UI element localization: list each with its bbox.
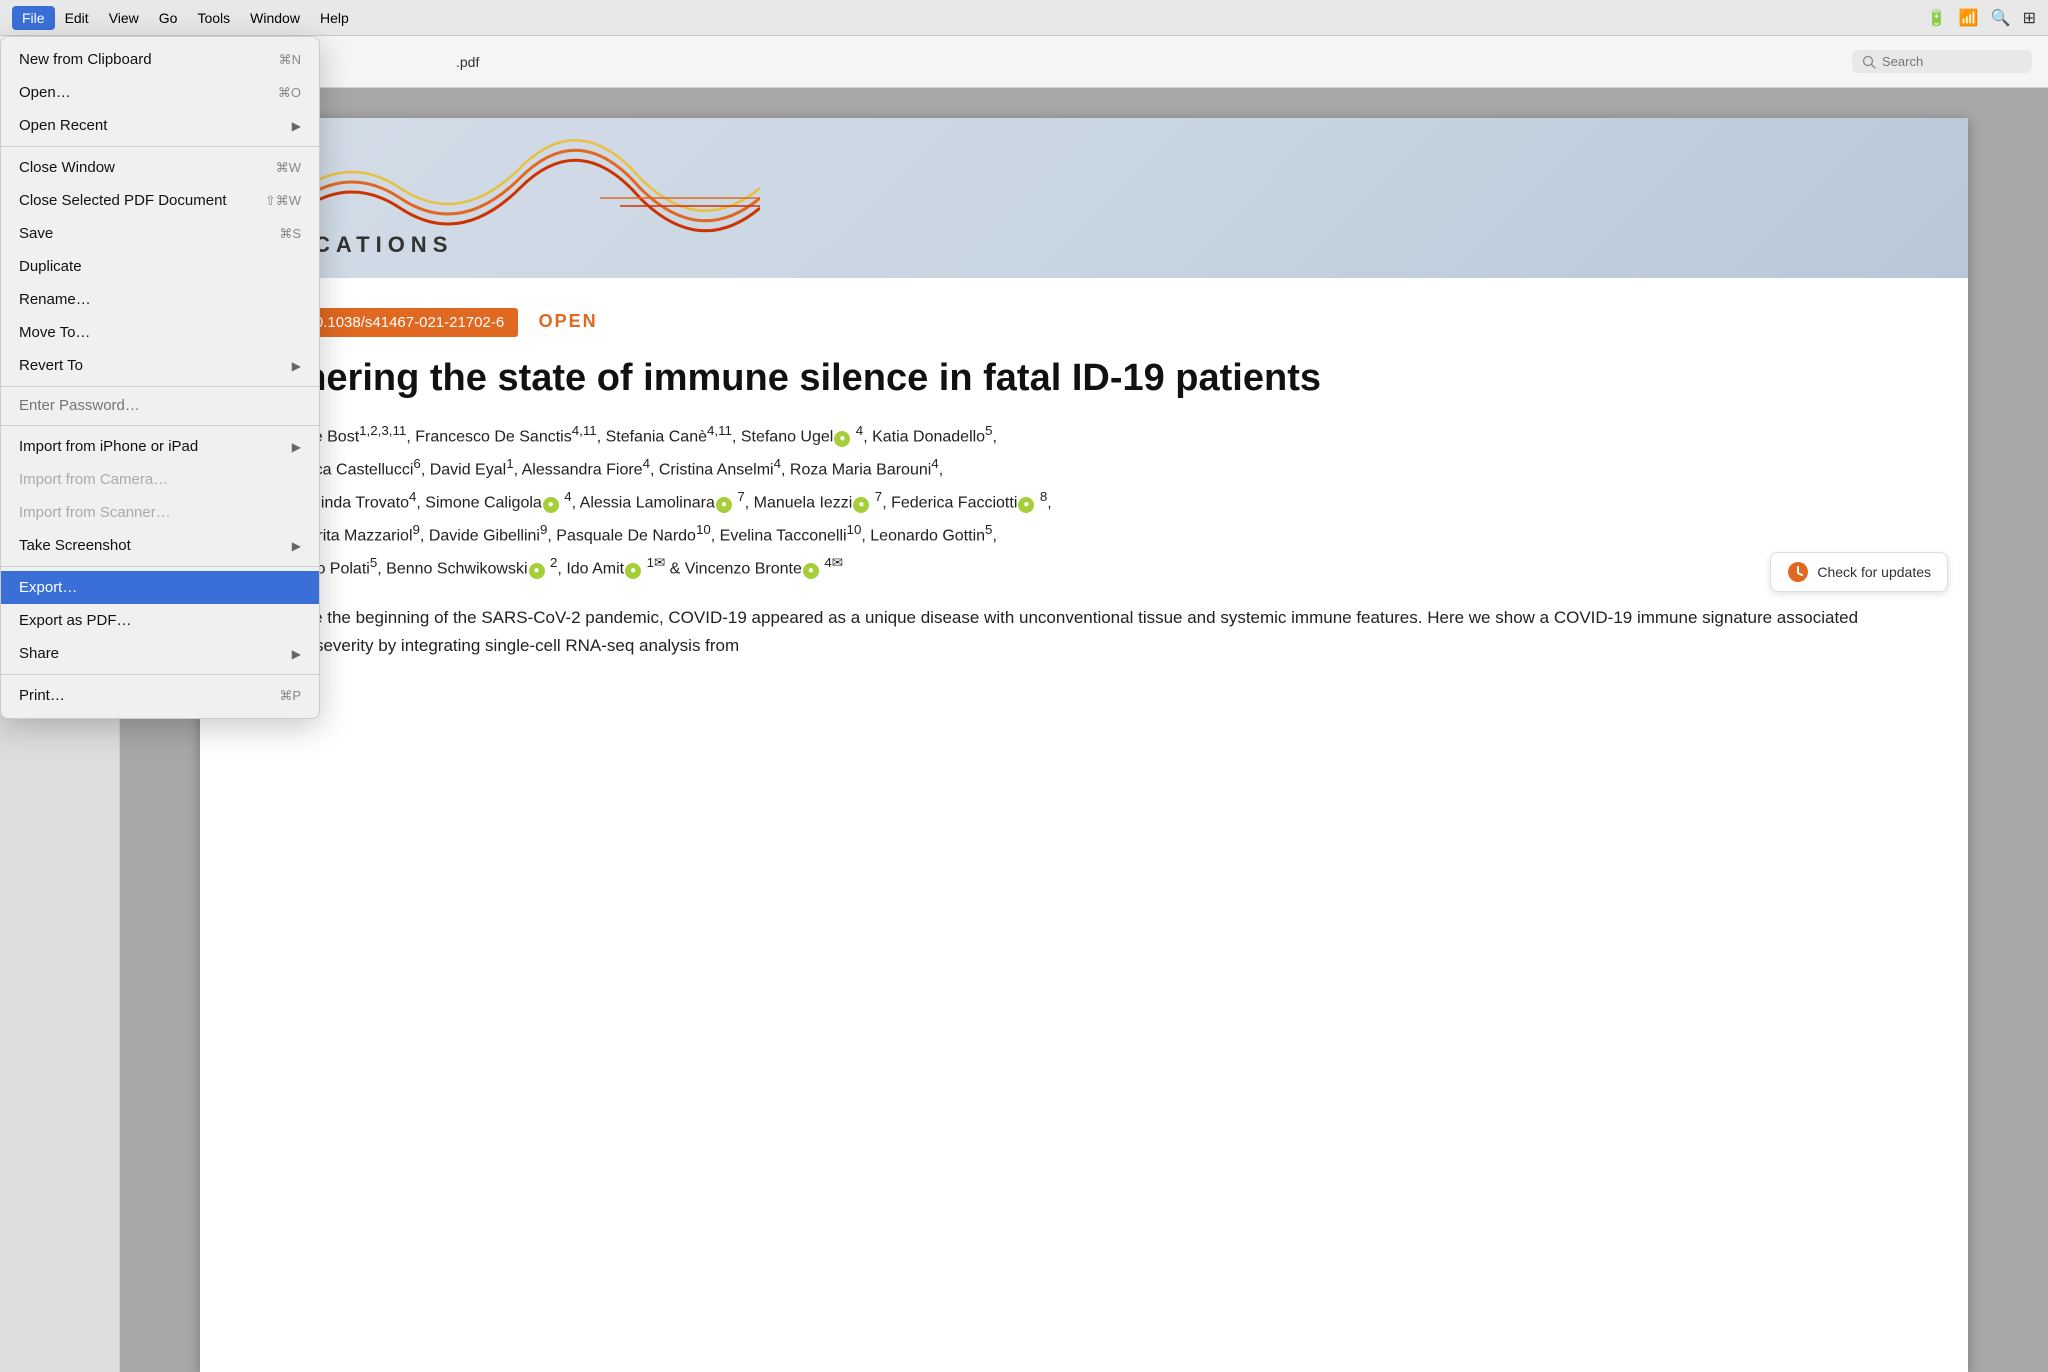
menu-edit[interactable]: Edit	[55, 6, 99, 30]
menu-item-close-pdf[interactable]: Close Selected PDF Document ⇧⌘W	[1, 184, 319, 217]
search-bar-icon	[1862, 55, 1876, 69]
menu-help[interactable]: Help	[310, 6, 359, 30]
arrow-icon: ▶	[292, 359, 301, 373]
menu-item-import-iphone[interactable]: Import from iPhone or iPad ▶	[1, 430, 319, 463]
update-icon	[1787, 561, 1809, 583]
menu-item-import-camera: Import from Camera…	[1, 463, 319, 496]
menu-item-label: Close Selected PDF Document	[19, 192, 227, 209]
menu-item-shortcut: ⇧⌘W	[265, 193, 301, 209]
status-icons: 🔋 📶 🔍 ⊞	[1927, 8, 2036, 28]
menu-item-export-pdf[interactable]: Export as PDF…	[1, 604, 319, 637]
menu-item-label: Open Recent	[19, 117, 107, 134]
check-updates-button[interactable]: Check for updates	[1770, 552, 1948, 592]
separator-1	[1, 146, 319, 147]
orcid-icon-4: ●	[853, 497, 869, 513]
wifi-icon: 📶	[1959, 8, 1979, 28]
menu-item-move-to[interactable]: Move To…	[1, 316, 319, 349]
menu-item-label: Take Screenshot	[19, 537, 131, 554]
menu-item-label: Import from Scanner…	[19, 504, 171, 521]
menu-item-label: Import from iPhone or iPad	[19, 438, 198, 455]
menu-item-new-from-clipboard[interactable]: New from Clipboard ⌘N	[1, 43, 319, 76]
menu-window[interactable]: Window	[240, 6, 310, 30]
menu-item-enter-password[interactable]	[1, 391, 319, 421]
menu-bar: File Edit View Go Tools Window Help 🔋 📶 …	[0, 0, 2048, 36]
arrow-icon: ▶	[292, 539, 301, 553]
open-badge: OPEN	[539, 311, 598, 332]
separator-2	[1, 386, 319, 387]
menu-item-open-recent[interactable]: Open Recent ▶	[1, 109, 319, 142]
menu-item-label: Rename…	[19, 291, 91, 308]
menu-item-shortcut: ⌘S	[279, 226, 301, 242]
menu-item-label: Share	[19, 645, 59, 662]
menu-item-label: Open…	[19, 84, 71, 101]
menu-item-label: Print…	[19, 687, 65, 704]
orcid-icon-5: ●	[1018, 497, 1034, 513]
menu-item-label: Duplicate	[19, 258, 82, 275]
menu-item-close-window[interactable]: Close Window ⌘W	[1, 151, 319, 184]
menu-item-duplicate[interactable]: Duplicate	[1, 250, 319, 283]
search-icon[interactable]: 🔍	[1991, 8, 2011, 28]
abstract: Since the beginning of the SARS-CoV-2 pa…	[280, 604, 1888, 660]
password-input[interactable]	[19, 397, 301, 414]
pdf-page: NICATIONS g/10.1038/s41467-021-21702-6 O…	[200, 118, 1968, 1372]
menu-item-rename[interactable]: Rename…	[1, 283, 319, 316]
menu-item-take-screenshot[interactable]: Take Screenshot ▶	[1, 529, 319, 562]
battery-icon: 🔋	[1927, 8, 1947, 28]
system-icons: 🔋 📶 🔍 ⊞	[1927, 8, 2036, 28]
separator-4	[1, 566, 319, 567]
separator-5	[1, 674, 319, 675]
pdf-area: NICATIONS g/10.1038/s41467-021-21702-6 O…	[120, 88, 2048, 1372]
menu-item-label: Export as PDF…	[19, 612, 132, 629]
menu-item-label: Export…	[19, 579, 77, 596]
authors: Pierre Bost1,2,3,11, Francesco De Sancti…	[280, 419, 1888, 585]
pdf-content: g/10.1038/s41467-021-21702-6 OPEN oherin…	[200, 278, 1968, 690]
menu-go[interactable]: Go	[149, 6, 188, 30]
menu-item-label: New from Clipboard	[19, 51, 152, 68]
menu-item-label: Close Window	[19, 159, 115, 176]
arrow-icon: ▶	[292, 119, 301, 133]
separator-3	[1, 425, 319, 426]
menu-item-print[interactable]: Print… ⌘P	[1, 679, 319, 712]
arrow-icon: ▶	[292, 440, 301, 454]
menu-item-open[interactable]: Open… ⌘O	[1, 76, 319, 109]
arrow-icon: ▶	[292, 647, 301, 661]
menu-item-revert-to[interactable]: Revert To ▶	[1, 349, 319, 382]
menu-item-share[interactable]: Share ▶	[1, 637, 319, 670]
menu-item-import-scanner: Import from Scanner…	[1, 496, 319, 529]
menu-file[interactable]: File	[12, 6, 55, 30]
search-input[interactable]	[1882, 54, 2002, 69]
orcid-icon-6: ●	[529, 563, 545, 579]
orcid-icon: ●	[834, 431, 850, 447]
menu-item-shortcut: ⌘N	[279, 52, 301, 68]
menu-item-label: Move To…	[19, 324, 90, 341]
menu-item-save[interactable]: Save ⌘S	[1, 217, 319, 250]
article-meta: g/10.1038/s41467-021-21702-6 OPEN	[280, 308, 1888, 337]
search-bar[interactable]	[1852, 50, 2032, 73]
orcid-icon-2: ●	[543, 497, 559, 513]
menu-item-shortcut: ⌘O	[278, 85, 301, 101]
menu-item-shortcut: ⌘W	[276, 160, 301, 176]
article-title: ohering the state of immune silence in f…	[280, 355, 1888, 403]
check-updates-label: Check for updates	[1817, 564, 1931, 580]
orcid-icon-8: ●	[803, 563, 819, 579]
menu-tools[interactable]: Tools	[187, 6, 240, 30]
menu-item-label: Save	[19, 225, 53, 242]
toolbar-title: .pdf	[456, 54, 479, 70]
file-menu-dropdown: New from Clipboard ⌘N Open… ⌘O Open Rece…	[0, 36, 320, 719]
orcid-icon-7: ●	[625, 563, 641, 579]
menu-item-shortcut: ⌘P	[279, 688, 301, 704]
menu-item-label: Revert To	[19, 357, 83, 374]
orcid-icon-3: ●	[716, 497, 732, 513]
menu-view[interactable]: View	[99, 6, 149, 30]
menu-item-label: Import from Camera…	[19, 471, 168, 488]
menu-item-export[interactable]: Export…	[1, 571, 319, 604]
control-center-icon[interactable]: ⊞	[2023, 8, 2036, 28]
pdf-banner: NICATIONS	[200, 118, 1968, 278]
